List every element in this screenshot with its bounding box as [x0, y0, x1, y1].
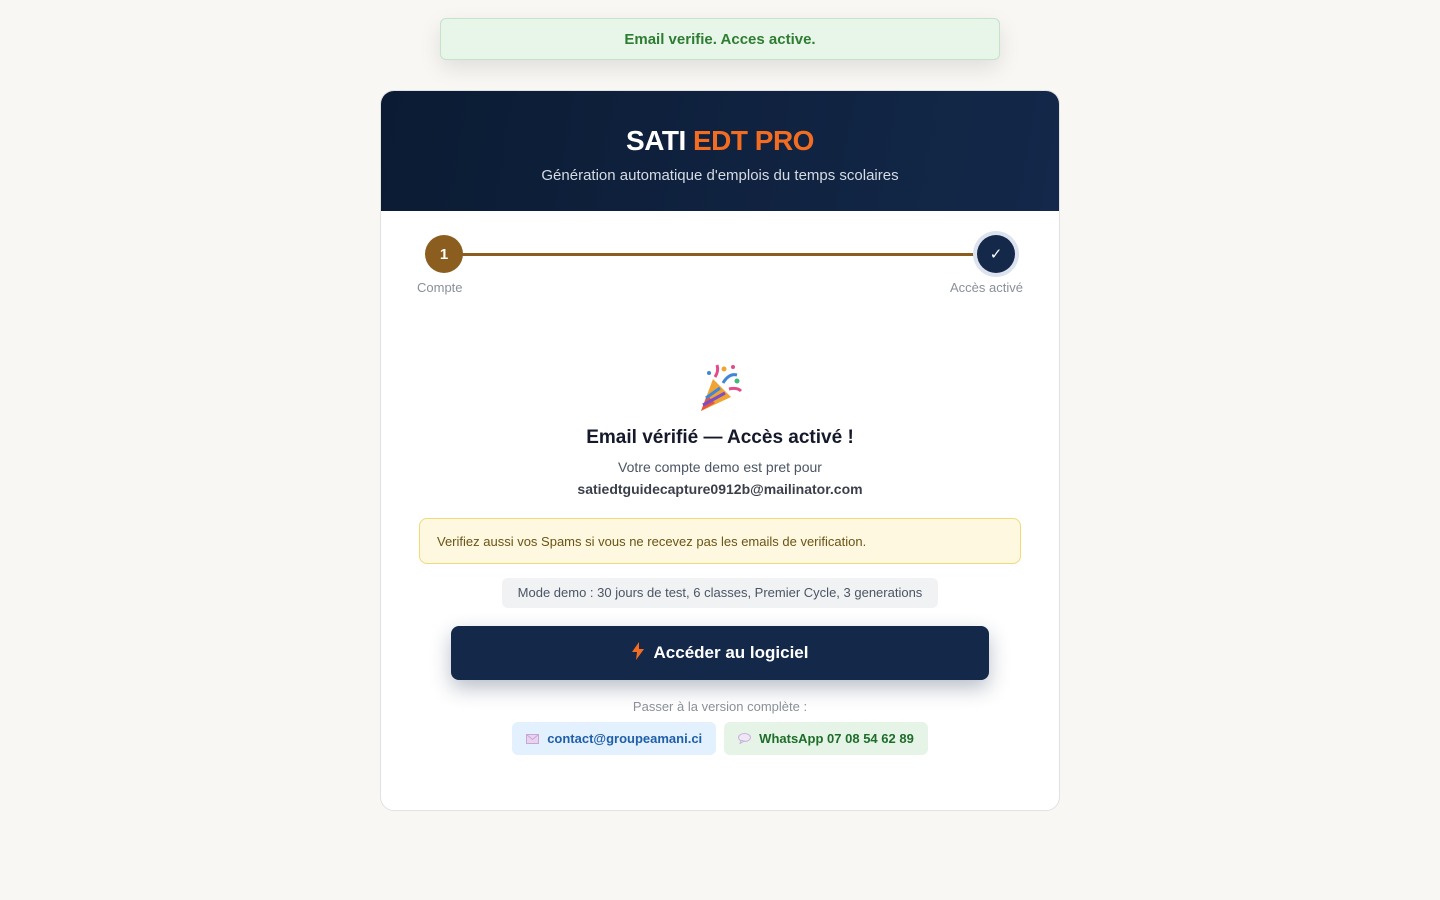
contact-links: contact@groupeamani.ci WhatsApp 07 08 54…: [381, 722, 1059, 755]
brand-name: SATI: [626, 125, 686, 156]
speech-bubble-icon: [738, 733, 752, 744]
brand-logo: SATI EDT PRO: [381, 125, 1059, 157]
header-subtitle: Génération automatique d'emplois du temp…: [541, 167, 899, 184]
success-toast: Email verifie. Acces active.: [440, 18, 1000, 60]
demo-mode-badge: Mode demo : 30 jours de test, 6 classes,…: [501, 578, 939, 608]
success-description: Votre compte demo est pret pour: [618, 459, 822, 475]
brand-product: EDT PRO: [693, 125, 814, 156]
access-software-label: Accéder au logiciel: [653, 643, 809, 662]
step-acces-circle: ✓: [977, 235, 1015, 273]
email-contact-label: contact@groupeamani.ci: [547, 731, 703, 746]
progress-stepper: 1 ✓ Compte Accès activé: [381, 211, 1059, 311]
step-compte-circle: 1: [425, 235, 463, 273]
verification-card: SATI EDT PRO Génération automatique d'em…: [380, 90, 1060, 811]
upgrade-label: Passer à la version complète :: [632, 699, 808, 714]
envelope-icon: [526, 733, 540, 744]
toast-message: Email verifie. Acces active.: [624, 30, 816, 48]
step-compte-label: Compte: [417, 280, 463, 295]
spam-notice: Verifiez aussi vos Spams si vous ne rece…: [419, 518, 1021, 564]
whatsapp-contact-link[interactable]: WhatsApp 07 08 54 62 89: [724, 722, 928, 755]
party-popper-icon: [381, 361, 1059, 415]
account-email: satiedtguidecapture0912b@mailinator.com: [577, 481, 863, 497]
card-body: Email vérifié — Accès activé ! Votre com…: [381, 361, 1059, 755]
access-software-button[interactable]: Accéder au logiciel: [451, 626, 989, 680]
lightning-icon: [631, 641, 654, 665]
stepper-line: [445, 253, 977, 256]
email-contact-link[interactable]: contact@groupeamani.ci: [512, 722, 717, 755]
step-acces-label: Accès activé: [950, 280, 1023, 295]
spam-notice-text: Verifiez aussi vos Spams si vous ne rece…: [437, 533, 867, 549]
whatsapp-contact-label: WhatsApp 07 08 54 62 89: [759, 731, 914, 746]
success-title: Email vérifié — Accès activé !: [586, 427, 854, 448]
card-header: SATI EDT PRO Génération automatique d'em…: [381, 91, 1059, 211]
